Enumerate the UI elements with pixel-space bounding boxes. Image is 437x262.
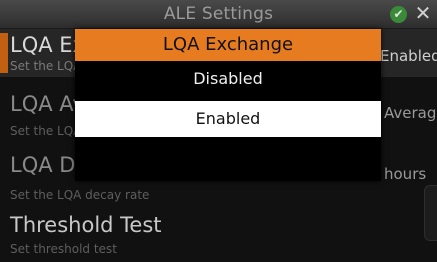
scroll-indicator <box>424 185 437 241</box>
dialog-title: LQA Exchange <box>75 29 381 61</box>
setting-value: Averaging <box>384 104 437 122</box>
setting-value: Enabled <box>380 47 437 65</box>
lqa-exchange-dialog: LQA Exchange Disabled Enabled <box>75 29 381 181</box>
checkmark-icon[interactable]: ✔ <box>390 6 407 23</box>
title-bar: ALE Settings ✔ ✕ <box>0 0 437 29</box>
setting-subtitle: Set threshold test <box>10 242 117 256</box>
setting-item-threshold-test[interactable]: Threshold Test Set threshold test <box>0 205 437 262</box>
ale-settings-screen: ALE Settings ✔ ✕ LQA Exchange Set the LQ… <box>0 0 437 262</box>
setting-subtitle: Set the LQA decay rate <box>10 188 150 202</box>
setting-value: hours <box>384 165 427 183</box>
option-disabled[interactable]: Disabled <box>75 61 381 97</box>
window-title: ALE Settings <box>163 4 274 24</box>
setting-title: Threshold Test <box>10 213 162 237</box>
close-icon[interactable]: ✕ <box>414 3 432 23</box>
option-enabled[interactable]: Enabled <box>75 101 381 137</box>
dialog-empty-area <box>75 137 381 181</box>
selection-indicator <box>0 33 8 73</box>
